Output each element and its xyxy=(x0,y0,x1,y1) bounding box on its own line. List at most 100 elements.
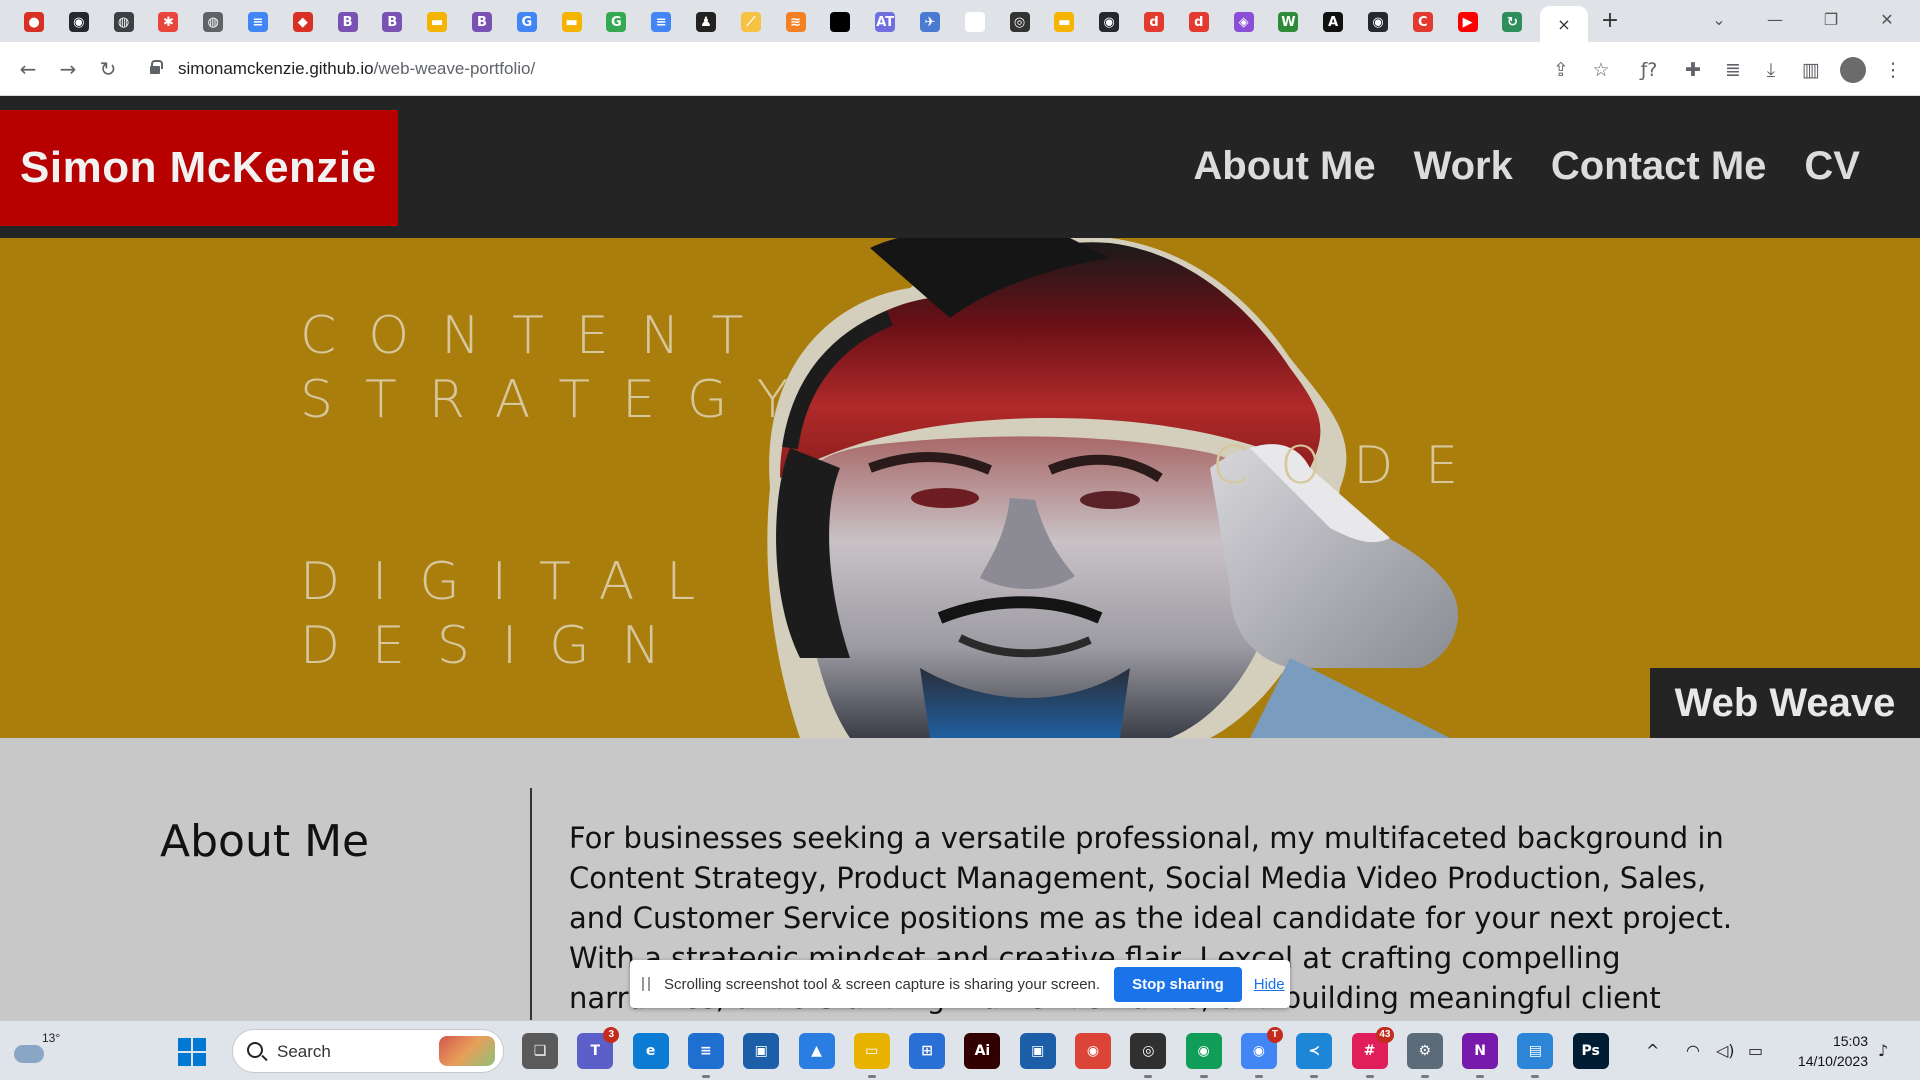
chrome-icon[interactable]: ◉ T xyxy=(1240,1027,1283,1078)
browser-tab[interactable]: ✈ xyxy=(912,6,948,38)
system-clock[interactable]: 15:03 14/10/2023 xyxy=(1784,1031,1868,1071)
wifi-icon[interactable]: ◠ xyxy=(1686,1041,1700,1060)
forward-button[interactable]: → xyxy=(52,54,84,86)
browser-tab[interactable] xyxy=(822,6,858,38)
browser-tab[interactable]: ♟ xyxy=(688,6,724,38)
side-panel-icon[interactable]: ▥ xyxy=(1796,55,1826,85)
browser-tab[interactable]: ◈ xyxy=(1226,6,1262,38)
notes-app-icon[interactable]: ≡ xyxy=(687,1033,724,1078)
lock-icon[interactable] xyxy=(150,60,163,74)
nav-contact-me[interactable]: Contact Me xyxy=(1551,144,1767,189)
browser-tab[interactable]: ▬ xyxy=(1046,6,1082,38)
drag-handle-icon[interactable] xyxy=(642,977,650,991)
photoshop-icon[interactable]: Ps xyxy=(1572,1033,1609,1069)
browser-tab[interactable]: G xyxy=(598,6,634,38)
browser-tab[interactable]: d xyxy=(1181,6,1217,38)
extensions-icon[interactable]: ✚ xyxy=(1678,55,1708,85)
notepad-icon[interactable]: ▤ xyxy=(1517,1033,1554,1078)
illustrator-icon[interactable]: Ai xyxy=(964,1033,1001,1069)
reading-list-icon[interactable]: ≣ xyxy=(1718,55,1748,85)
new-tab-button[interactable]: + xyxy=(1596,8,1624,36)
browser-tab[interactable]: G xyxy=(509,6,545,38)
photos-icon[interactable]: ▲ xyxy=(798,1033,835,1069)
profile-avatar[interactable] xyxy=(1840,57,1866,83)
settings-icon[interactable]: ⚙ xyxy=(1406,1033,1443,1078)
brand-name: Simon McKenzie xyxy=(20,143,377,192)
browser-tab[interactable]: ◉ xyxy=(1091,6,1127,38)
download-icon[interactable]: ⤓ xyxy=(1756,55,1786,85)
browser-tab[interactable]: B xyxy=(464,6,500,38)
browser-tab[interactable]: A xyxy=(1315,6,1351,38)
browser-tab[interactable]: W xyxy=(1270,6,1306,38)
browser-tab[interactable]: ◉ xyxy=(1360,6,1396,38)
restore-button[interactable]: ❐ xyxy=(1808,4,1854,36)
onenote-icon[interactable]: N xyxy=(1462,1033,1499,1078)
share-icon[interactable]: ⇪ xyxy=(1546,55,1576,85)
window-app-icon[interactable]: ▣ xyxy=(1019,1033,1056,1069)
browser-tab[interactable]: ≡ xyxy=(643,6,679,38)
store-icon[interactable]: ⊞ xyxy=(909,1033,946,1069)
obs-icon[interactable]: ◎ xyxy=(1130,1033,1167,1078)
url-text[interactable]: simonamckenzie.github.io/web-weave-portf… xyxy=(178,59,535,79)
browser-tab[interactable]: ◍ xyxy=(106,6,142,38)
active-tab[interactable]: × xyxy=(1540,6,1588,42)
teams-icon[interactable]: T3 xyxy=(577,1027,620,1069)
file-explorer-icon[interactable]: ▭ xyxy=(853,1033,890,1078)
browser-menu-icon[interactable]: ⋮ xyxy=(1878,55,1908,85)
stop-sharing-button[interactable]: Stop sharing xyxy=(1114,966,1242,1002)
chrome-icon[interactable]: ◉ xyxy=(1185,1033,1222,1078)
browser-tab[interactable] xyxy=(957,6,993,38)
edge-glyph: e xyxy=(645,1043,656,1059)
hide-link[interactable]: Hide xyxy=(1254,976,1285,993)
browser-tab[interactable]: B xyxy=(330,6,366,38)
browser-tab[interactable]: C xyxy=(1405,6,1441,38)
browser-tab[interactable]: ● xyxy=(16,6,52,38)
nav-cv[interactable]: CV xyxy=(1804,144,1860,189)
browser-tab[interactable]: ⟋ xyxy=(733,6,769,38)
browser-tab[interactable]: ≋ xyxy=(778,6,814,38)
nav-work[interactable]: Work xyxy=(1414,144,1513,189)
tab-search-button[interactable]: ⌄ xyxy=(1696,4,1742,36)
task-view-icon[interactable]: ❏ xyxy=(522,1033,558,1069)
browser-tab[interactable]: ▶ xyxy=(1450,6,1486,38)
browser-tab[interactable]: d xyxy=(1136,6,1172,38)
show-hidden-icons-icon[interactable]: ^ xyxy=(1646,1041,1659,1060)
volume-icon[interactable]: ◁) xyxy=(1716,1041,1735,1060)
browser-tab[interactable]: ◉ xyxy=(61,6,97,38)
brand-logo[interactable]: Simon McKenzie xyxy=(0,110,398,226)
chrome-icon[interactable]: ◉ xyxy=(1075,1033,1111,1069)
web-weave-badge[interactable]: Web Weave xyxy=(1650,668,1920,738)
screen-share-notice: Scrolling screenshot tool & screen captu… xyxy=(630,960,1290,1008)
bookmark-star-icon[interactable]: ☆ xyxy=(1586,55,1616,85)
close-window-button[interactable]: ✕ xyxy=(1864,4,1910,36)
weather-temperature: 13° xyxy=(42,1031,61,1045)
browser-tab[interactable]: ↻ xyxy=(1494,6,1530,38)
battery-icon[interactable]: ▭ xyxy=(1748,1041,1763,1060)
browser-tab[interactable]: ≡ xyxy=(240,6,276,38)
browser-tab[interactable]: ◍ xyxy=(195,6,231,38)
close-tab-icon[interactable]: × xyxy=(1557,15,1570,34)
start-button[interactable] xyxy=(178,1038,206,1066)
vscode-icon[interactable]: ≺ xyxy=(1296,1033,1333,1078)
notification-icon[interactable]: ♪ xyxy=(1878,1041,1888,1060)
browser-tab[interactable]: ◆ xyxy=(285,6,321,38)
nav-about-me[interactable]: About Me xyxy=(1193,144,1375,189)
weather-widget[interactable]: 13° xyxy=(12,1031,60,1071)
minimize-button[interactable]: — xyxy=(1752,4,1798,36)
slack-icon[interactable]: #43 xyxy=(1351,1027,1394,1078)
stack-icon: ≋ xyxy=(785,12,806,32)
window-app-icon[interactable]: ▣ xyxy=(743,1033,780,1069)
back-button[interactable]: ← xyxy=(12,54,44,86)
font-finder-icon[interactable]: ƒ? xyxy=(1634,55,1664,85)
browser-tab[interactable]: ✱ xyxy=(150,6,186,38)
taskbar-search[interactable]: Search xyxy=(232,1029,504,1073)
file-explorer-glyph: ▭ xyxy=(865,1043,879,1059)
browser-tab[interactable]: AT xyxy=(867,6,903,38)
browser-tab[interactable]: B xyxy=(374,6,410,38)
browser-tab[interactable]: ▬ xyxy=(554,6,590,38)
browser-tab[interactable]: ▬ xyxy=(419,6,455,38)
edge-icon[interactable]: e xyxy=(632,1033,669,1069)
reload-button[interactable]: ↻ xyxy=(92,54,124,86)
browser-tab[interactable]: ◎ xyxy=(1002,6,1038,38)
address-bar[interactable]: simonamckenzie.github.io/web-weave-portf… xyxy=(138,50,1578,88)
